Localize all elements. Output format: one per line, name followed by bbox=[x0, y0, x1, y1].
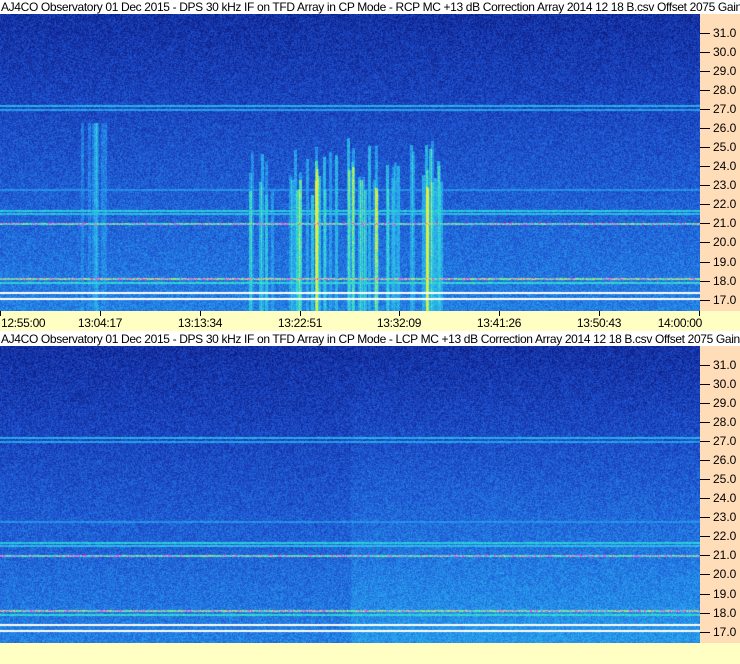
time-tick-label: 13:13:34 bbox=[177, 316, 223, 330]
frequency-tick bbox=[700, 593, 710, 595]
frequency-tick-label: 24.0 bbox=[713, 491, 737, 506]
frequency-tick-label: 21.0 bbox=[713, 548, 737, 563]
frequency-tick bbox=[700, 631, 710, 633]
frequency-tick bbox=[700, 52, 710, 54]
frequency-tick bbox=[700, 422, 710, 424]
bottom-time-axis bbox=[0, 643, 740, 664]
frequency-tick-label: 22.0 bbox=[713, 529, 737, 544]
time-tick-label: 14:00:00 bbox=[657, 316, 703, 330]
frequency-tick-label: 28.0 bbox=[713, 83, 737, 98]
frequency-tick-label: 27.0 bbox=[713, 102, 737, 117]
frequency-tick bbox=[700, 403, 710, 405]
panel-title-lcp: AJ4CO Observatory 01 Dec 2015 - DPS 30 k… bbox=[1, 332, 740, 346]
frequency-tick bbox=[700, 128, 710, 130]
frequency-tick-label: 29.0 bbox=[713, 396, 737, 411]
time-axis: 12:55:00 13:04:17 13:13:34 13:22:51 13:32:09… bbox=[0, 311, 740, 331]
frequency-tick-label: 31.0 bbox=[713, 358, 737, 373]
frequency-tick-label: 30.0 bbox=[713, 45, 737, 60]
frequency-tick-label: 17.0 bbox=[713, 292, 737, 307]
spectrogram-lcp[interactable] bbox=[0, 346, 700, 643]
frequency-tick bbox=[700, 460, 710, 462]
frequency-axis-lcp: 31.0 30.0 29.0 28.0 27.0 26.0 25.0 24.0 23.0 22.0… bbox=[700, 346, 740, 643]
frequency-tick-label: 20.0 bbox=[713, 567, 737, 582]
frequency-tick bbox=[700, 555, 710, 557]
time-tick-label: 13:22:51 bbox=[277, 316, 323, 330]
frequency-tick-label: 25.0 bbox=[713, 140, 737, 155]
frequency-tick bbox=[700, 204, 710, 206]
frequency-tick bbox=[700, 242, 710, 244]
frequency-tick bbox=[700, 299, 710, 301]
frequency-tick bbox=[700, 185, 710, 187]
frequency-tick bbox=[700, 109, 710, 111]
frequency-tick-label: 30.0 bbox=[713, 377, 737, 392]
frequency-tick-label: 19.0 bbox=[713, 254, 737, 269]
frequency-tick bbox=[700, 479, 710, 481]
frequency-tick-label: 19.0 bbox=[713, 586, 737, 601]
frequency-tick bbox=[700, 365, 710, 367]
frequency-tick bbox=[700, 280, 710, 282]
frequency-tick-label: 18.0 bbox=[713, 605, 737, 620]
frequency-tick-label: 21.0 bbox=[713, 216, 737, 231]
frequency-tick bbox=[700, 166, 710, 168]
frequency-tick bbox=[700, 612, 710, 614]
frequency-tick bbox=[700, 574, 710, 576]
frequency-tick-label: 25.0 bbox=[713, 472, 737, 487]
frequency-tick bbox=[700, 517, 710, 519]
time-tick-label: 13:41:26 bbox=[476, 316, 522, 330]
frequency-tick-label: 26.0 bbox=[713, 453, 737, 468]
frequency-tick-label: 31.0 bbox=[713, 26, 737, 41]
frequency-tick-label: 26.0 bbox=[713, 121, 737, 136]
frequency-tick-label: 20.0 bbox=[713, 235, 737, 250]
frequency-tick bbox=[700, 498, 710, 500]
frequency-tick bbox=[700, 536, 710, 538]
frequency-tick bbox=[700, 384, 710, 386]
frequency-tick bbox=[700, 223, 710, 225]
frequency-tick bbox=[700, 147, 710, 149]
frequency-tick-label: 24.0 bbox=[713, 159, 737, 174]
frequency-tick bbox=[700, 90, 710, 92]
frequency-tick bbox=[700, 261, 710, 263]
frequency-tick-label: 22.0 bbox=[713, 197, 737, 212]
frequency-tick-label: 23.0 bbox=[713, 178, 737, 193]
frequency-tick-label: 18.0 bbox=[713, 273, 737, 288]
time-tick-label: 13:04:17 bbox=[77, 316, 123, 330]
frequency-tick bbox=[700, 71, 710, 73]
time-tick-label: 12:55:00 bbox=[1, 316, 46, 330]
frequency-tick bbox=[700, 33, 710, 35]
spectrogram-rcp[interactable] bbox=[0, 14, 700, 311]
frequency-tick-label: 27.0 bbox=[713, 434, 737, 449]
frequency-tick bbox=[700, 441, 710, 443]
time-tick-label: 13:32:09 bbox=[376, 316, 422, 330]
frequency-axis-rcp: 31.0 30.0 29.0 28.0 27.0 26.0 25.0 24.0 23.0 22.0… bbox=[700, 14, 740, 311]
panel-title-rcp: AJ4CO Observatory 01 Dec 2015 - DPS 30 k… bbox=[1, 0, 740, 14]
frequency-tick-label: 17.0 bbox=[713, 624, 737, 639]
frequency-tick-label: 23.0 bbox=[713, 510, 737, 525]
frequency-tick-label: 28.0 bbox=[713, 415, 737, 430]
frequency-tick-label: 29.0 bbox=[713, 64, 737, 79]
time-tick-label: 13:50:43 bbox=[576, 316, 622, 330]
